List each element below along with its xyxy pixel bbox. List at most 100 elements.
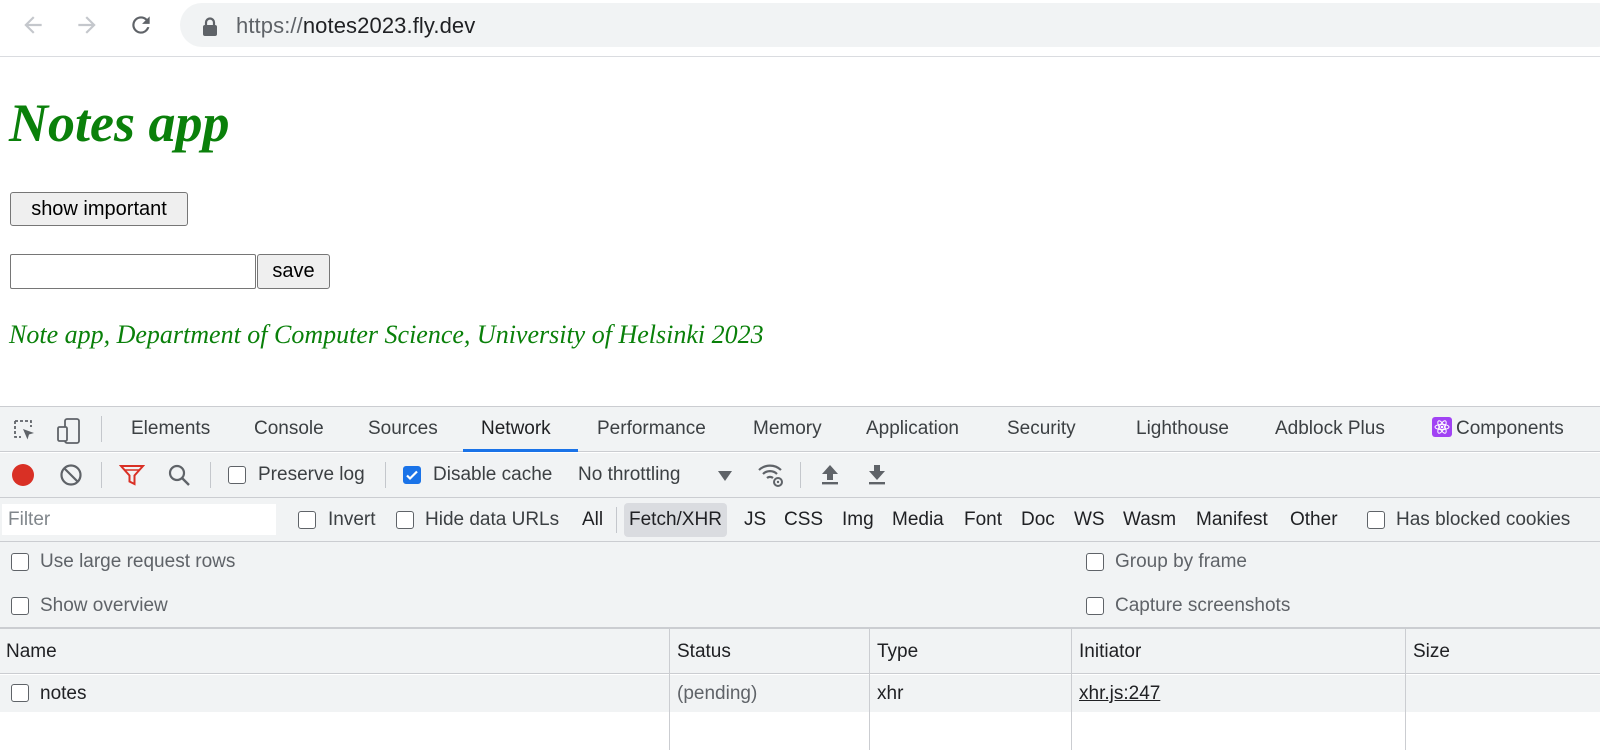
capture-screenshots-checkbox[interactable]	[1086, 597, 1104, 615]
separator	[210, 462, 211, 488]
hide-data-urls-label: Hide data URLs	[425, 509, 560, 530]
network-toolbar: Preserve log Disable cache No throttling	[0, 453, 1600, 498]
filter-type-wasm[interactable]: Wasm	[1118, 503, 1181, 537]
url-host: notes2023.fly.dev	[302, 13, 476, 38]
network-settings-pane: Use large request rows Show overview Gro…	[0, 542, 1600, 629]
request-name: notes	[40, 683, 87, 704]
column-divider[interactable]	[669, 629, 670, 750]
tab-components[interactable]: Components	[1432, 407, 1564, 451]
filter-type-other[interactable]: Other	[1285, 503, 1343, 537]
inspect-element-icon[interactable]	[12, 418, 38, 444]
footer-text: Note app, Department of Computer Science…	[9, 320, 764, 349]
dropdown-triangle-icon[interactable]	[718, 471, 732, 481]
filter-type-fetch-xhr[interactable]: Fetch/XHR	[624, 503, 727, 537]
download-icon[interactable]	[867, 463, 887, 487]
group-by-frame-checkbox[interactable]	[1086, 553, 1104, 571]
preserve-log-label: Preserve log	[258, 464, 365, 485]
page-title: Notes app	[9, 93, 230, 153]
filter-type-css[interactable]: CSS	[779, 503, 828, 537]
address-bar[interactable]: https://notes2023.fly.dev	[180, 3, 1600, 47]
invert-checkbox[interactable]	[298, 511, 316, 529]
active-tab-indicator	[463, 449, 578, 452]
capture-screenshots-label: Capture screenshots	[1115, 595, 1291, 616]
group-by-frame-label: Group by frame	[1115, 551, 1247, 572]
device-toolbar-icon[interactable]	[56, 417, 82, 445]
has-blocked-cookies-label: Has blocked cookies	[1396, 509, 1571, 530]
column-header-status[interactable]: Status	[671, 629, 731, 674]
request-type: xhr	[877, 683, 904, 704]
network-request-table: Name Status Type Initiator Size notes (p…	[0, 629, 1600, 750]
column-divider[interactable]	[1405, 629, 1406, 750]
show-important-button[interactable]: show important	[10, 192, 188, 226]
request-status: (pending)	[677, 683, 758, 704]
tab-performance[interactable]: Performance	[597, 407, 706, 451]
tab-application[interactable]: Application	[866, 407, 959, 451]
network-filter-bar: Filter Invert Hide data URLs All Fetch/X…	[0, 498, 1600, 542]
filter-type-media[interactable]: Media	[887, 503, 949, 537]
show-overview-checkbox[interactable]	[11, 597, 29, 615]
separator	[101, 462, 102, 488]
react-icon	[1432, 417, 1452, 437]
column-divider[interactable]	[869, 629, 870, 750]
arrow-left-icon	[24, 16, 42, 34]
throttling-select[interactable]: No throttling	[578, 453, 680, 497]
tab-console[interactable]: Console	[254, 407, 324, 451]
separator	[616, 507, 617, 533]
save-button[interactable]: save	[257, 254, 330, 289]
large-rows-checkbox[interactable]	[11, 553, 29, 571]
filter-type-all[interactable]: All	[577, 503, 608, 537]
note-input[interactable]	[10, 254, 256, 289]
devtools-tab-bar: Elements Console Sources Network Perform…	[0, 407, 1600, 452]
show-overview-label: Show overview	[40, 595, 168, 616]
filter-type-js[interactable]: JS	[739, 503, 771, 537]
column-header-name[interactable]: Name	[0, 629, 57, 674]
separator	[800, 462, 801, 488]
table-header: Name Status Type Initiator Size	[0, 629, 1600, 674]
filter-type-img[interactable]: Img	[837, 503, 879, 537]
large-rows-label: Use large request rows	[40, 551, 236, 572]
reload-button[interactable]	[126, 10, 156, 40]
column-divider[interactable]	[1071, 629, 1072, 750]
filter-input[interactable]: Filter	[2, 504, 276, 535]
record-icon[interactable]	[11, 463, 35, 487]
search-icon[interactable]	[167, 463, 191, 487]
clear-icon[interactable]	[59, 463, 83, 487]
filter-icon[interactable]	[119, 463, 145, 487]
has-blocked-cookies-checkbox[interactable]	[1367, 511, 1385, 529]
arrow-right-icon	[78, 16, 96, 34]
separator	[385, 462, 386, 488]
browser-toolbar: https://notes2023.fly.dev	[0, 0, 1600, 57]
tab-sources[interactable]: Sources	[368, 407, 438, 451]
network-conditions-icon[interactable]	[756, 461, 786, 489]
disable-cache-label: Disable cache	[433, 464, 553, 485]
upload-icon[interactable]	[820, 463, 840, 487]
devtools-panel: Elements Console Sources Network Perform…	[0, 406, 1600, 750]
preserve-log-checkbox[interactable]	[228, 466, 246, 484]
row-select-checkbox[interactable]	[11, 684, 29, 702]
column-header-size[interactable]: Size	[1407, 629, 1450, 674]
checkmark-icon	[406, 470, 418, 481]
hide-data-urls-checkbox[interactable]	[396, 511, 414, 529]
request-initiator-link[interactable]: xhr.js:247	[1079, 675, 1160, 712]
disable-cache-checkbox[interactable]	[403, 466, 421, 484]
tab-elements[interactable]: Elements	[131, 407, 210, 451]
back-button[interactable]	[18, 10, 48, 40]
filter-type-ws[interactable]: WS	[1069, 503, 1110, 537]
separator	[101, 416, 102, 442]
column-header-type[interactable]: Type	[871, 629, 918, 674]
tab-adblock-plus[interactable]: Adblock Plus	[1275, 407, 1385, 451]
reload-icon	[132, 16, 150, 34]
tab-network[interactable]: Network	[481, 407, 551, 451]
column-header-initiator[interactable]: Initiator	[1073, 629, 1141, 674]
table-row[interactable]: notes (pending) xhr xhr.js:247	[0, 675, 1600, 712]
invert-label: Invert	[328, 509, 376, 530]
forward-button[interactable]	[72, 10, 102, 40]
tab-security[interactable]: Security	[1007, 407, 1076, 451]
filter-type-font[interactable]: Font	[959, 503, 1007, 537]
url-scheme: https://	[236, 13, 303, 38]
tab-memory[interactable]: Memory	[753, 407, 822, 451]
lock-icon	[203, 17, 217, 36]
filter-type-doc[interactable]: Doc	[1016, 503, 1060, 537]
filter-type-manifest[interactable]: Manifest	[1191, 503, 1273, 537]
tab-lighthouse[interactable]: Lighthouse	[1136, 407, 1229, 451]
